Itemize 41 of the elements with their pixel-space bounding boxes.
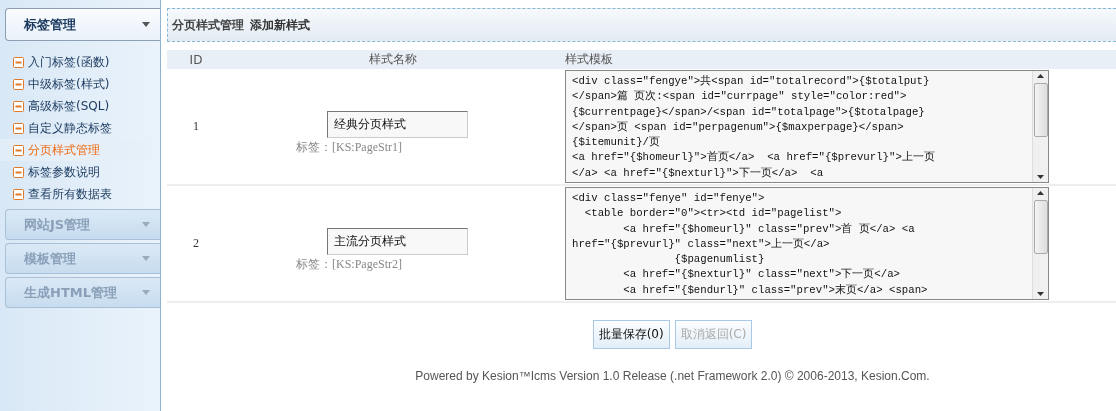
- column-header: 样式名称: [367, 51, 418, 68]
- column-header: ID: [188, 52, 204, 67]
- tag-code: [KS:PageStr1]: [332, 140, 402, 154]
- page-title: 分页样式管理: [172, 16, 244, 34]
- caret-icon: [142, 256, 150, 261]
- sidebar-item[interactable]: 标签参数说明: [0, 161, 160, 183]
- input-field[interactable]: 经典分页样式: [327, 111, 468, 138]
- scroll-down-icon[interactable]: [1037, 175, 1044, 179]
- sidebar-item[interactable]: 查看所有数据表: [0, 183, 160, 205]
- sidebar-item[interactable]: 中级标签(样式): [0, 73, 160, 95]
- scrollbar[interactable]: [1032, 71, 1048, 182]
- minus-icon: [13, 166, 24, 178]
- tag-label: 标签：: [296, 257, 332, 271]
- caret-icon: [142, 290, 150, 295]
- scroll-up-icon[interactable]: [1037, 74, 1044, 78]
- caret-icon: [142, 222, 150, 227]
- menu-group-header[interactable]: 标签管理: [5, 8, 160, 41]
- input-field[interactable]: 主流分页样式: [327, 228, 468, 255]
- caret-icon: [142, 22, 150, 27]
- template-textarea[interactable]: <div class="fengye">共<span id="totalrecord">{$totalput} </span>篇 页次:<span id="currpage" style="color:red"> {$currentpage}</span>/<span id="totalpage">{$totalpage} </span>页 <span id="perpagenum">{$maxperpage}</span> {$itemunit}/页 <a href="{$homeurl}">首页</a> <a href="{$prevurl}">上一页 </a> <a href="{$nexturl}">下一页</a> <a: [565, 70, 1049, 183]
- minus-icon: [13, 122, 24, 134]
- minus-icon: [13, 78, 24, 90]
- column-header: 样式模板: [564, 51, 614, 68]
- tag-code: [KS:PageStr2]: [332, 257, 402, 271]
- footer-text: Powered by Kesion™Icms Version 1.0 Release (.net Framework 2.0) © 2006-2013, Kesion.Com.: [414, 369, 931, 383]
- sidebar-item[interactable]: 自定义静态标签: [0, 117, 160, 139]
- table-cell-text: 1: [192, 119, 200, 134]
- save-button[interactable]: 批量保存(0): [592, 320, 670, 349]
- add-style-link[interactable]: 添加新样式: [250, 16, 310, 34]
- minus-icon: [13, 100, 24, 112]
- scroll-up-icon[interactable]: [1037, 191, 1044, 195]
- scrollbar[interactable]: [1032, 188, 1048, 299]
- tag-label: 标签：: [296, 140, 332, 154]
- scroll-down-icon[interactable]: [1037, 292, 1044, 296]
- minus-icon: [13, 188, 24, 200]
- sidebar-item[interactable]: 高级标签(SQL): [0, 95, 160, 117]
- template-textarea[interactable]: <div class="fenye" id="fenye"> <table border="0"><tr><td id="pagelist"> <a href="{$homeurl}" class="prev">首 页</a> <a href="{$prevurl}" class="next">上一页</a> {$pagenumlist} <a href="{$nexturl}" class="next">下一页</a> <a href="{$endurl}" class="prev">末页</a> <span>: [565, 187, 1049, 300]
- minus-icon: [13, 56, 24, 68]
- sidebar-item[interactable]: 入门标签(函数): [0, 51, 160, 73]
- table-cell-text: 2: [192, 236, 200, 251]
- minus-icon: [13, 144, 24, 156]
